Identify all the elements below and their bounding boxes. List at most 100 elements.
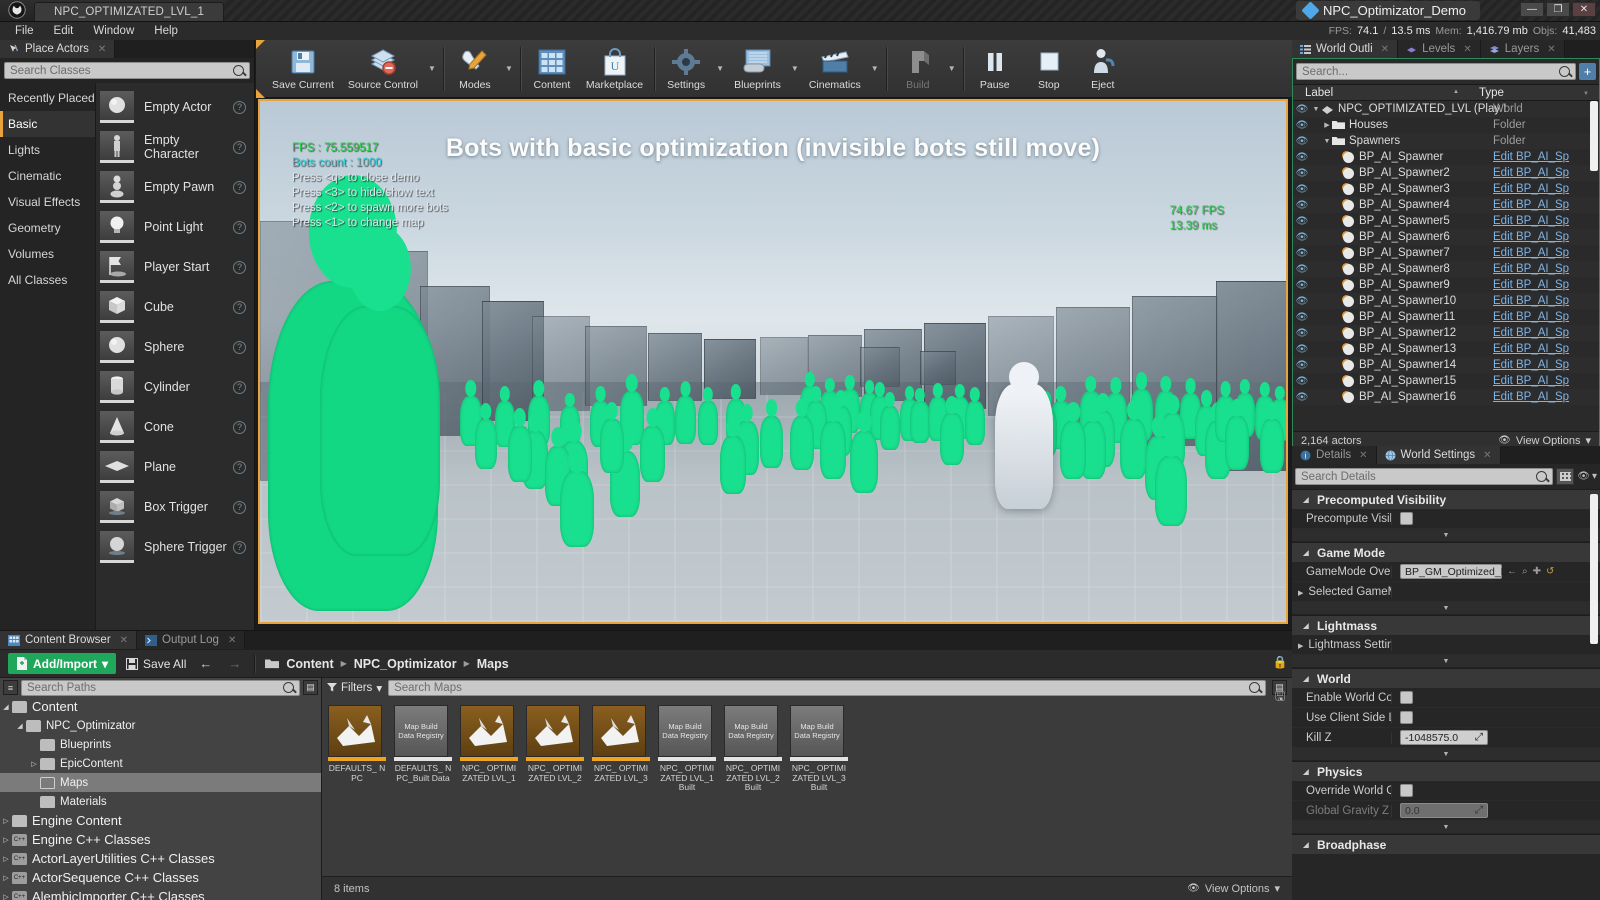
chevron-down-icon[interactable]: ▼ <box>713 41 727 97</box>
help-icon[interactable]: ? <box>233 421 246 434</box>
collapse-sources-icon[interactable]: ≡ <box>3 680 18 695</box>
asset-thumbnail[interactable] <box>526 705 580 757</box>
level-viewport[interactable]: FPS : 75.559517 Bots count : 1000 Press … <box>258 99 1288 624</box>
place-actor-item-plane[interactable]: Plane? <box>96 447 254 487</box>
outliner-row[interactable]: 👁▶HousesFolder <box>1293 117 1599 133</box>
expand-triangle-icon[interactable]: ◢ <box>14 722 26 730</box>
help-icon[interactable]: ? <box>233 501 246 514</box>
outliner-row-type[interactable]: Edit BP_AI_Sp <box>1493 263 1569 275</box>
help-icon[interactable]: ? <box>233 381 246 394</box>
chevron-down-icon[interactable]: ▼ <box>868 41 882 97</box>
place-actors-search[interactable] <box>4 62 250 79</box>
visibility-eye-icon[interactable]: 👁 <box>1293 280 1311 291</box>
details-section-precomputed-visibility[interactable]: ◢Precomputed Visibility <box>1292 489 1600 509</box>
menu-window[interactable]: Window <box>84 23 143 39</box>
outliner-scrollbar[interactable] <box>1590 101 1598 171</box>
path-tree-item-blueprints[interactable]: Blueprints <box>0 735 321 754</box>
help-icon[interactable]: ? <box>233 301 246 314</box>
path-tree-item-engine-content[interactable]: ▷Engine Content <box>0 811 321 830</box>
category-all-classes[interactable]: All Classes <box>0 267 95 293</box>
place-actor-item-cube[interactable]: Cube? <box>96 287 254 327</box>
expand-triangle-icon[interactable]: ▷ <box>0 855 12 863</box>
help-icon[interactable]: ? <box>233 221 246 234</box>
outliner-row[interactable]: 👁BP_AI_Spawner15Edit BP_AI_Sp <box>1293 373 1599 389</box>
details-row[interactable]: Enable World Comp <box>1292 688 1600 708</box>
path-tree-item-epiccontent[interactable]: ▷EpicContent <box>0 754 321 773</box>
forward-button[interactable]: → <box>225 656 244 671</box>
expand-triangle-icon[interactable]: ▷ <box>0 893 12 900</box>
details-section-lightmass[interactable]: ◢Lightmass <box>1292 615 1600 635</box>
toolbar-button-blueprints[interactable]: Blueprints <box>727 41 788 97</box>
help-icon[interactable]: ? <box>233 541 246 554</box>
path-tree-item-materials[interactable]: Materials <box>0 792 321 811</box>
outliner-row[interactable]: 👁BP_AI_Spawner2Edit BP_AI_Sp <box>1293 165 1599 181</box>
visibility-eye-icon[interactable]: 👁 <box>1293 104 1311 115</box>
search-paths-input[interactable] <box>27 682 283 694</box>
outliner-row-type[interactable]: Edit BP_AI_Sp <box>1493 391 1569 403</box>
details-grid-view-button[interactable] <box>1556 468 1574 485</box>
help-icon[interactable]: ? <box>233 101 246 114</box>
details-row[interactable]: GameMode OverricBP_GM_Optimized_L▾←⌕✚↺ <box>1292 562 1600 582</box>
category-volumes[interactable]: Volumes <box>0 241 95 267</box>
path-tree-item-alembicimporter-c-classes[interactable]: ▷C++AlembicImporter C++ Classes <box>0 887 321 900</box>
place-actor-item-empty-character[interactable]: Empty Character? <box>96 127 254 167</box>
tab-world-settings[interactable]: World Settings ✕ <box>1377 446 1501 464</box>
expand-triangle-icon[interactable]: ▷ <box>0 836 12 844</box>
place-actor-item-empty-pawn[interactable]: Empty Pawn? <box>96 167 254 207</box>
outliner-row[interactable]: 👁BP_AI_Spawner10Edit BP_AI_Sp <box>1293 293 1599 309</box>
checkbox[interactable] <box>1400 691 1413 704</box>
place-actor-item-player-start[interactable]: Player Start? <box>96 247 254 287</box>
asset-thumbnail[interactable] <box>460 705 514 757</box>
visibility-eye-icon[interactable]: 👁 <box>1293 184 1311 195</box>
tab-details[interactable]: i Details ✕ <box>1292 446 1377 464</box>
visibility-eye-icon[interactable]: 👁 <box>1293 248 1311 259</box>
tab-world-settings-close-icon[interactable]: ✕ <box>1483 450 1491 461</box>
outliner-row-type[interactable]: Edit BP_AI_Sp <box>1493 375 1569 387</box>
tab-levels-close-icon[interactable]: ✕ <box>1463 44 1471 55</box>
toolbar-button-eject[interactable]: Eject <box>1076 41 1130 97</box>
outliner-search[interactable] <box>1296 63 1576 80</box>
place-actor-item-cone[interactable]: Cone? <box>96 407 254 447</box>
outliner-row[interactable]: 👁BP_AI_SpawnerEdit BP_AI_Sp <box>1293 149 1599 165</box>
menu-help[interactable]: Help <box>145 23 187 39</box>
section-collapse-handle[interactable]: ▼ <box>1292 655 1600 668</box>
expand-triangle-icon[interactable]: ▷ <box>28 760 40 768</box>
number-field[interactable]: -1048575.0⤢ <box>1400 730 1488 745</box>
breadcrumb-npc-optimizator[interactable]: NPC_Optimizator <box>354 657 457 671</box>
outliner-row[interactable]: 👁BP_AI_Spawner16Edit BP_AI_Sp <box>1293 389 1599 405</box>
asset-tile[interactable]: DEFAULTS_ NPC <box>328 705 386 793</box>
checkbox[interactable] <box>1400 512 1413 525</box>
expand-triangle-icon[interactable]: ▷ <box>0 817 12 825</box>
lock-icon[interactable]: 🔒 <box>1273 655 1288 669</box>
outliner-row-type[interactable]: Edit BP_AI_Sp <box>1493 343 1569 355</box>
visibility-eye-icon[interactable]: 👁 <box>1293 392 1311 403</box>
section-collapse-handle[interactable]: ▼ <box>1292 821 1600 834</box>
tab-world-outliner[interactable]: World Outli ✕ <box>1292 40 1398 58</box>
tab-levels[interactable]: Levels ✕ <box>1398 40 1481 58</box>
visibility-eye-icon[interactable]: 👁 <box>1293 232 1311 243</box>
menu-edit[interactable]: Edit <box>45 23 83 39</box>
outliner-row[interactable]: 👁BP_AI_Spawner13Edit BP_AI_Sp <box>1293 341 1599 357</box>
visibility-eye-icon[interactable]: 👁 <box>1293 168 1311 179</box>
asset-tile[interactable]: NPC_ OPTIMIZATED LVL_3 <box>592 705 650 793</box>
outliner-row-type[interactable]: Edit BP_AI_Sp <box>1493 231 1569 243</box>
place-actor-item-box-trigger[interactable]: Box Trigger? <box>96 487 254 527</box>
filters-button[interactable]: Filters ▾ <box>327 681 382 695</box>
visibility-eye-icon[interactable]: 👁 <box>1293 264 1311 275</box>
outliner-row[interactable]: 👁BP_AI_Spawner12Edit BP_AI_Sp <box>1293 325 1599 341</box>
search-maps-input[interactable] <box>394 682 1249 694</box>
outliner-row-type[interactable]: Edit BP_AI_Sp <box>1493 183 1569 195</box>
breadcrumb-content[interactable]: Content <box>286 657 333 671</box>
visibility-eye-icon[interactable]: 👁 <box>1293 296 1311 307</box>
number-field[interactable]: 0.0⤢ <box>1400 803 1488 818</box>
category-lights[interactable]: Lights <box>0 137 95 163</box>
details-search[interactable] <box>1295 468 1553 485</box>
toolbar-button-marketplace[interactable]: UMarketplace <box>579 41 650 97</box>
outliner-row[interactable]: 👁BP_AI_Spawner9Edit BP_AI_Sp <box>1293 277 1599 293</box>
tab-layers[interactable]: Layers ✕ <box>1481 40 1565 58</box>
visibility-eye-icon[interactable]: 👁 <box>1293 152 1311 163</box>
add-import-button[interactable]: Add/Import ▾ <box>8 653 116 674</box>
details-row[interactable]: Use Client Side Lev <box>1292 708 1600 728</box>
chevron-down-icon[interactable]: ▼ <box>788 41 802 97</box>
tab-place-actors[interactable]: Place Actors ✕ <box>0 40 115 58</box>
